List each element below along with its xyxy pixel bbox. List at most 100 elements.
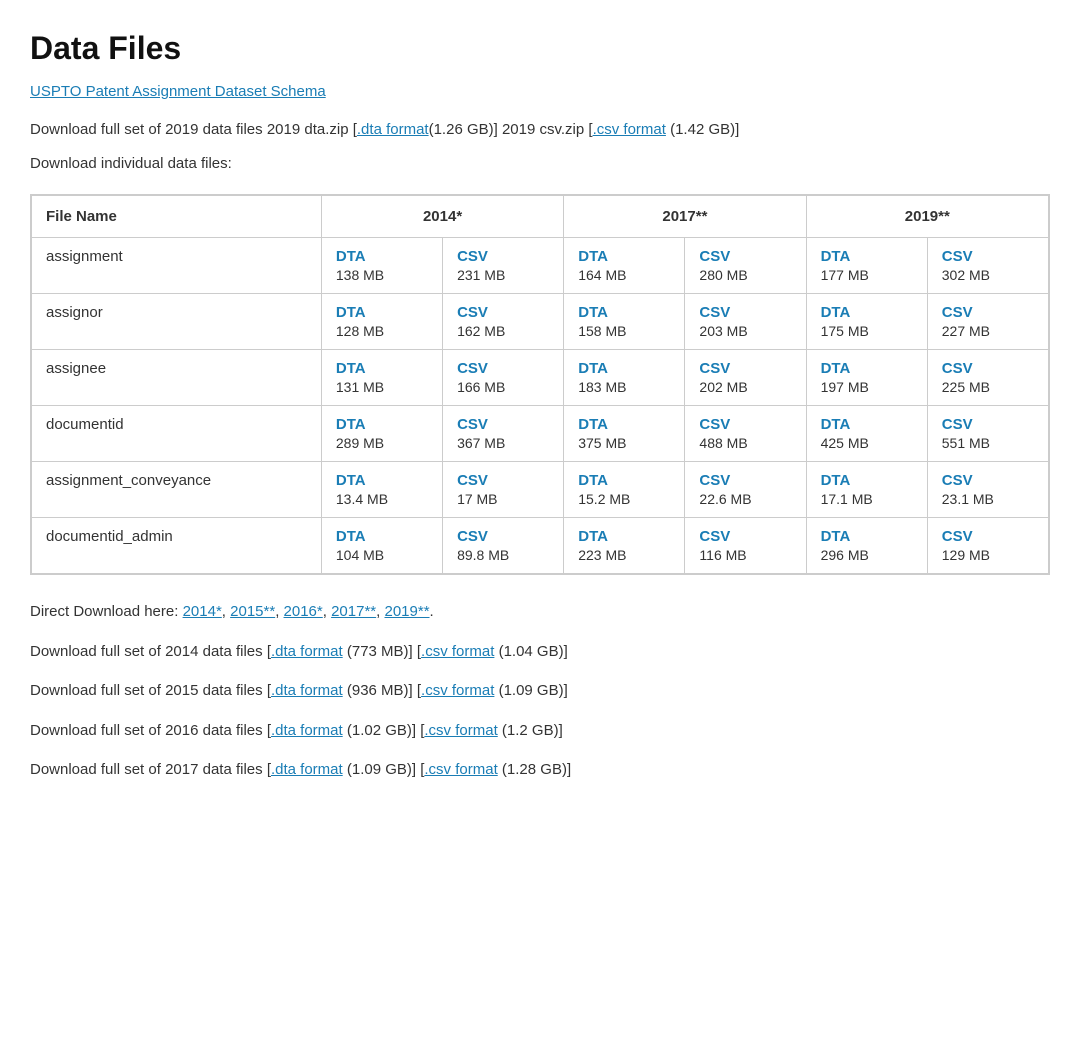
csv-link[interactable]: CSV xyxy=(942,304,1034,321)
csv-size: 367 MB xyxy=(457,435,549,451)
file-cell-2019-dta[interactable]: DTA175 MB xyxy=(806,294,927,350)
dta-link[interactable]: DTA xyxy=(578,304,670,321)
file-cell-2014-csv[interactable]: CSV 166 MB xyxy=(443,350,564,406)
direct-link-3[interactable]: 2017** xyxy=(331,603,376,620)
file-cell-2017-csv[interactable]: CSV280 MB xyxy=(685,238,806,294)
dta-link[interactable]: DTA xyxy=(336,304,428,321)
dta-link[interactable]: DTA xyxy=(336,360,428,377)
file-cell-2017-dta[interactable]: DTA223 MB xyxy=(564,518,685,574)
dta-link[interactable]: DTA xyxy=(821,528,913,545)
file-cell-2014-dta[interactable]: DTA289 MB xyxy=(321,406,442,462)
file-name-cell: assignor xyxy=(32,294,322,350)
dta-link[interactable]: DTA xyxy=(578,360,670,377)
file-cell-2014-dta[interactable]: DTA104 MB xyxy=(321,518,442,574)
dta-link[interactable]: DTA xyxy=(821,360,913,377)
file-cell-2014-csv[interactable]: CSV17 MB xyxy=(443,462,564,518)
file-cell-2014-csv[interactable]: CSV231 MB xyxy=(443,238,564,294)
direct-link-0[interactable]: 2014* xyxy=(183,603,222,620)
dta-link[interactable]: DTA xyxy=(336,472,428,489)
csv-link[interactable]: CSV xyxy=(457,360,549,377)
csv-size: 166 MB xyxy=(457,379,549,395)
dta-link[interactable]: DTA xyxy=(821,304,913,321)
file-cell-2019-csv[interactable]: CSV227 MB xyxy=(927,294,1048,350)
direct-link-1[interactable]: 2015** xyxy=(230,603,275,620)
bd-dta-link-1[interactable]: .dta format xyxy=(271,682,343,699)
csv-link[interactable]: CSV xyxy=(699,528,791,545)
dta-link[interactable]: DTA xyxy=(821,416,913,433)
file-cell-2019-dta[interactable]: DTA197 MB xyxy=(806,350,927,406)
csv-link[interactable]: CSV xyxy=(699,416,791,433)
csv-size: 129 MB xyxy=(942,547,1034,563)
csv-link[interactable]: CSV xyxy=(699,304,791,321)
file-cell-2014-dta[interactable]: DTA128 MB xyxy=(321,294,442,350)
file-cell-2017-dta[interactable]: DTA375 MB xyxy=(564,406,685,462)
download-2019-prefix: Download full set of 2019 data files 201… xyxy=(30,121,357,138)
csv-link[interactable]: CSV xyxy=(699,360,791,377)
direct-link-4[interactable]: 2019** xyxy=(384,603,429,620)
file-cell-2019-dta[interactable]: DTA296 MB xyxy=(806,518,927,574)
file-cell-2017-csv[interactable]: CSV116 MB xyxy=(685,518,806,574)
file-cell-2019-csv[interactable]: CSV 129 MB xyxy=(927,518,1048,574)
dta-link[interactable]: DTA xyxy=(578,528,670,545)
csv-link[interactable]: CSV xyxy=(942,528,1034,545)
csv-link[interactable]: CSV xyxy=(942,360,1034,377)
file-cell-2019-csv[interactable]: CSV23.1 MB xyxy=(927,462,1048,518)
file-name-cell: documentid_admin xyxy=(32,518,322,574)
csv-link[interactable]: CSV xyxy=(942,248,1034,265)
dta-link[interactable]: DTA xyxy=(336,528,428,545)
bd-dta-link-0[interactable]: .dta format xyxy=(271,643,343,660)
file-cell-2017-csv[interactable]: CSV203 MB xyxy=(685,294,806,350)
csv-link[interactable]: CSV xyxy=(942,416,1034,433)
dta-link[interactable]: DTA xyxy=(578,472,670,489)
file-cell-2017-dta[interactable]: DTA15.2 MB xyxy=(564,462,685,518)
csv-link[interactable]: CSV xyxy=(699,248,791,265)
bd-csv-link-2[interactable]: .csv format xyxy=(424,722,497,739)
file-cell-2017-csv[interactable]: CSV22.6 MB xyxy=(685,462,806,518)
dta-link[interactable]: DTA xyxy=(578,416,670,433)
csv-link[interactable]: CSV xyxy=(457,304,549,321)
file-cell-2014-csv[interactable]: CSV162 MB xyxy=(443,294,564,350)
direct-link-2[interactable]: 2016* xyxy=(284,603,323,620)
bd-csv-link-1[interactable]: .csv format xyxy=(421,682,494,699)
col-2019: 2019** xyxy=(806,196,1048,238)
csv-link[interactable]: CSV xyxy=(942,472,1034,489)
bd-prefix-0: Download full set of 2014 data files [ xyxy=(30,643,271,660)
csv-link[interactable]: CSV xyxy=(457,416,549,433)
direct-download-line: Direct Download here: 2014*, 2015**, 201… xyxy=(30,599,1050,625)
file-cell-2019-dta[interactable]: DTA177 MB xyxy=(806,238,927,294)
file-cell-2017-csv[interactable]: CSV488 MB xyxy=(685,406,806,462)
dta-link[interactable]: DTA xyxy=(336,248,428,265)
download-2019-dta-size: (1.26 GB)] 2019 csv.zip [ xyxy=(429,121,593,138)
csv-link[interactable]: CSV xyxy=(699,472,791,489)
table-row: assignmentDTA138 MBCSV231 MBDTA164 MBCSV… xyxy=(32,238,1049,294)
file-cell-2017-dta[interactable]: DTA164 MB xyxy=(564,238,685,294)
file-cell-2014-dta[interactable]: DTA131 MB xyxy=(321,350,442,406)
file-cell-2014-dta[interactable]: DTA13.4 MB xyxy=(321,462,442,518)
csv-link[interactable]: CSV xyxy=(457,528,549,545)
dta-link[interactable]: DTA xyxy=(578,248,670,265)
bd-csv-link-3[interactable]: .csv format xyxy=(424,761,497,778)
csv-link[interactable]: CSV xyxy=(457,248,549,265)
download-2019-csv-link[interactable]: .csv format xyxy=(593,121,666,138)
bd-csv-link-0[interactable]: .csv format xyxy=(421,643,494,660)
file-cell-2017-dta[interactable]: DTA158 MB xyxy=(564,294,685,350)
file-cell-2017-dta[interactable]: DTA183 MB xyxy=(564,350,685,406)
file-cell-2019-csv[interactable]: CSV302 MB xyxy=(927,238,1048,294)
bd-dta-link-3[interactable]: .dta format xyxy=(271,761,343,778)
csv-link[interactable]: CSV xyxy=(457,472,549,489)
file-cell-2019-dta[interactable]: DTA17.1 MB xyxy=(806,462,927,518)
bd-dta-link-2[interactable]: .dta format xyxy=(271,722,343,739)
file-cell-2019-csv[interactable]: CSV551 MB xyxy=(927,406,1048,462)
file-cell-2014-csv[interactable]: CSV89.8 MB xyxy=(443,518,564,574)
dta-link[interactable]: DTA xyxy=(821,248,913,265)
dta-link[interactable]: DTA xyxy=(821,472,913,489)
file-cell-2017-csv[interactable]: CSV202 MB xyxy=(685,350,806,406)
file-cell-2014-csv[interactable]: CSV 367 MB xyxy=(443,406,564,462)
bottom-download-3: Download full set of 2017 data files [.d… xyxy=(30,757,1050,783)
file-cell-2019-csv[interactable]: CSV225 MB xyxy=(927,350,1048,406)
file-cell-2014-dta[interactable]: DTA138 MB xyxy=(321,238,442,294)
dta-link[interactable]: DTA xyxy=(336,416,428,433)
download-2019-dta-link[interactable]: .dta format xyxy=(357,121,429,138)
schema-link[interactable]: USPTO Patent Assignment Dataset Schema xyxy=(30,83,326,100)
file-cell-2019-dta[interactable]: DTA425 MB xyxy=(806,406,927,462)
